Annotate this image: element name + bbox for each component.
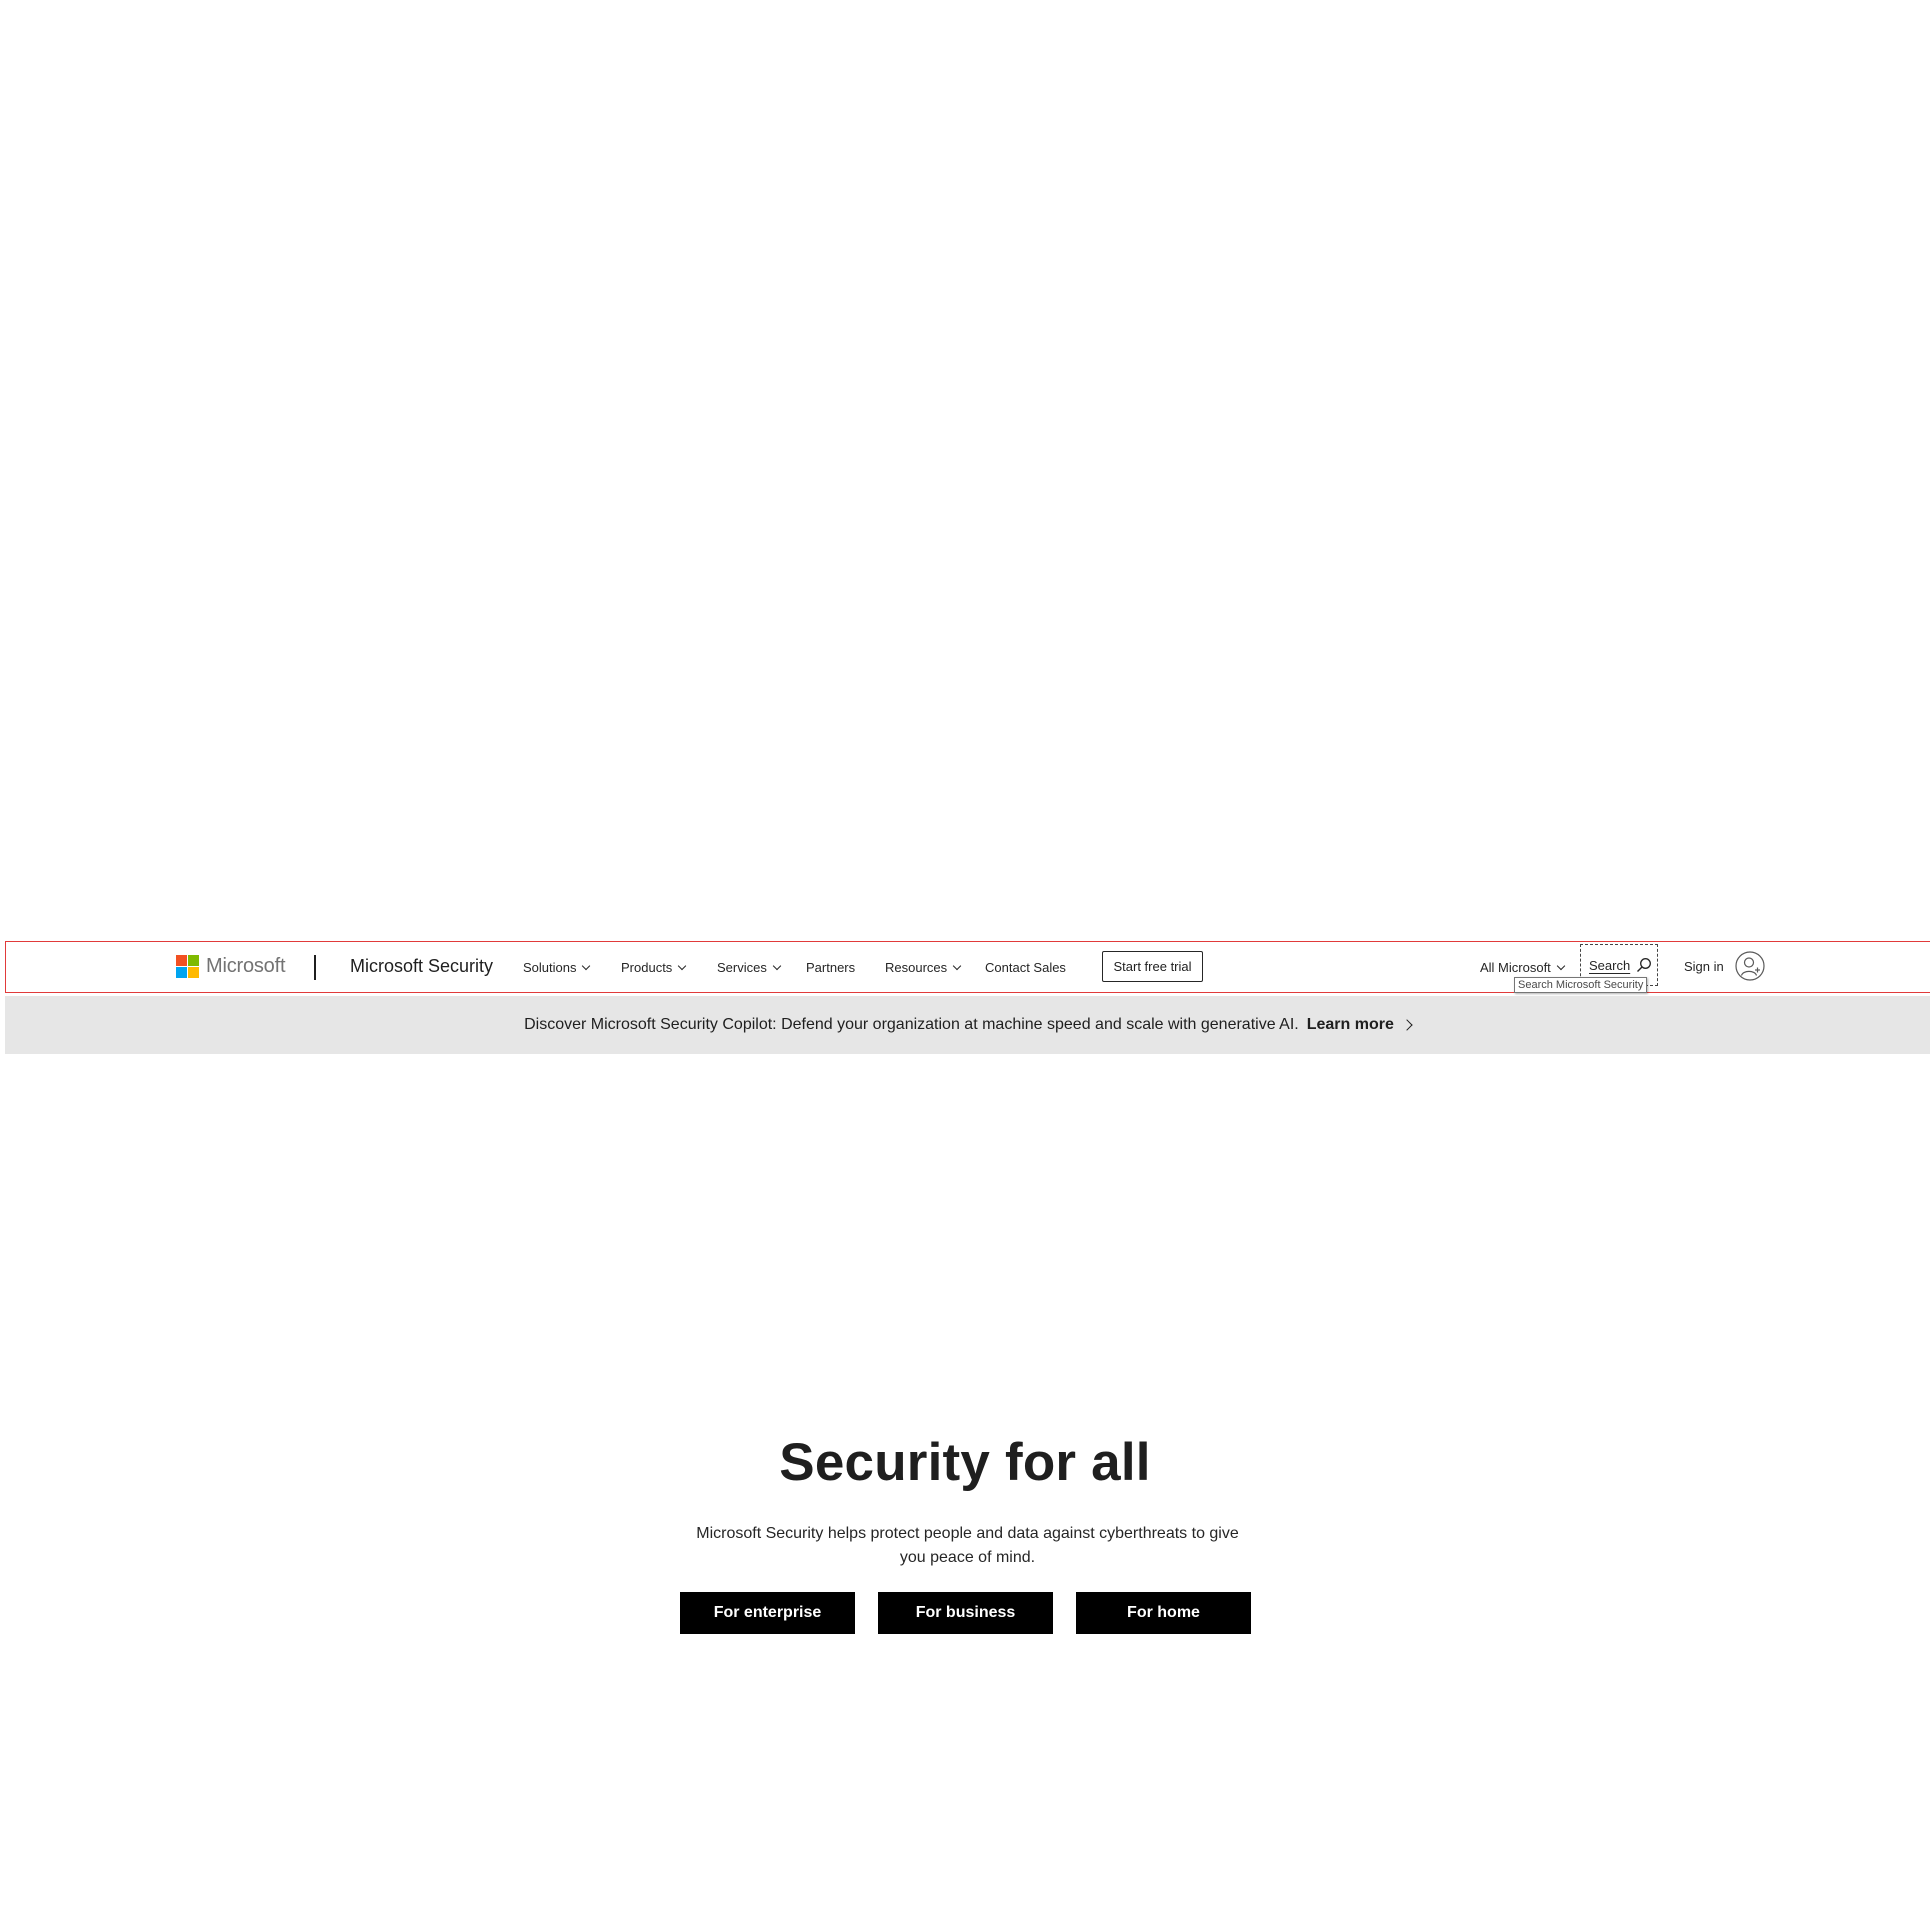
search-icon: [1636, 957, 1652, 973]
microsoft-logo-icon: [176, 955, 199, 978]
header-divider: [314, 955, 316, 980]
for-home-button[interactable]: For home: [1076, 1592, 1251, 1634]
for-enterprise-button[interactable]: For enterprise: [680, 1592, 855, 1634]
microsoft-logo[interactable]: Microsoft: [176, 955, 286, 978]
nav-solutions-label: Solutions: [523, 960, 577, 975]
microsoft-logo-text: Microsoft: [206, 955, 286, 977]
start-free-trial-button[interactable]: Start free trial: [1102, 951, 1203, 982]
brand-link[interactable]: Microsoft Security: [350, 956, 493, 977]
for-business-button[interactable]: For business: [878, 1592, 1053, 1634]
nav-contact-sales-label: Contact Sales: [985, 960, 1066, 975]
chevron-down-icon: [1556, 961, 1566, 971]
nav-partners-label: Partners: [806, 960, 856, 975]
nav-products[interactable]: Products: [621, 960, 687, 975]
chevron-down-icon: [582, 961, 591, 971]
nav-resources-label: Resources: [885, 960, 948, 975]
search-tooltip: Search Microsoft Security: [1514, 977, 1648, 993]
sign-in-link[interactable]: Sign in: [1684, 959, 1724, 974]
site-header: Microsoft Microsoft Security Solutions P…: [5, 941, 1930, 993]
learn-more-link[interactable]: Learn more: [1306, 1016, 1413, 1034]
nav-products-label: Products: [621, 960, 673, 975]
all-microsoft-menu[interactable]: All Microsoft: [1480, 960, 1566, 975]
nav-services[interactable]: Services: [717, 960, 782, 975]
chevron-right-icon: [1401, 1019, 1413, 1031]
chevron-down-icon: [678, 961, 687, 971]
all-microsoft-label: All Microsoft: [1480, 960, 1551, 975]
banner-text: Discover Microsoft Security Copilot: Def…: [524, 1016, 1299, 1033]
hero-title: Security for all: [779, 1433, 1151, 1492]
nav-resources[interactable]: Resources: [885, 960, 962, 975]
nav-solutions[interactable]: Solutions: [523, 960, 591, 975]
nav-services-label: Services: [717, 960, 767, 975]
nav-partners[interactable]: Partners: [806, 960, 855, 975]
promo-banner: Discover Microsoft Security Copilot: Def…: [5, 996, 1930, 1054]
chevron-down-icon: [772, 961, 782, 971]
account-avatar-icon[interactable]: [1735, 951, 1765, 981]
search-label: Search: [1589, 957, 1631, 973]
chevron-down-icon: [952, 961, 962, 971]
hero-subtitle: Microsoft Security helps protect people …: [696, 1525, 1239, 1566]
learn-more-label: Learn more: [1306, 1016, 1394, 1033]
nav-contact-sales[interactable]: Contact Sales: [985, 960, 1066, 975]
